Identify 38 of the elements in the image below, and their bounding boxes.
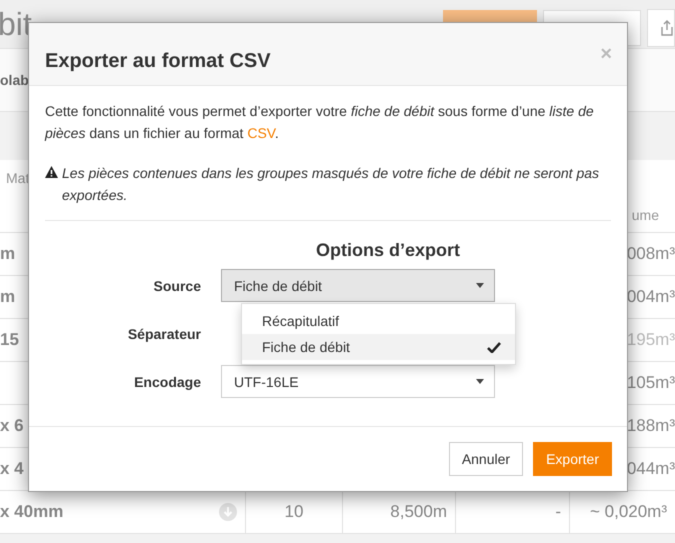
table-cell: 105m³ [626,373,675,393]
field-label: Encodage [133,372,202,392]
caret-icon [476,283,484,288]
cancel-button[interactable]: Annuler [448,442,524,476]
table-cell: ~ 0,020m³ [590,502,667,522]
table-cell: 8,500m [390,502,447,522]
options-title: Options d’export [315,239,461,261]
table-cell: m [0,287,16,307]
table-cell: 044m³ [626,459,675,479]
field-label: Source [152,276,202,296]
menu-item[interactable]: Fiche de débit [242,334,515,360]
table-cell: m [0,244,16,264]
intro-text: Cette fonctionnalité vous permet d’exporter votre fiche de débit sous forme d’une liste de pièces dans un fichier au format CSV. [45,102,595,143]
table-cell: x 40mm [0,502,64,522]
check-icon [487,342,501,352]
table-cell: 008m³ [626,244,675,264]
menu-item[interactable]: Récapitulatif [242,308,515,334]
column-header: ume [632,207,659,223]
select-field[interactable]: Fiche de débit [221,269,495,302]
table-cell: - [555,502,561,522]
dialog-title: Exporter au format CSV [45,50,271,72]
table-cell: 004m³ [626,287,675,307]
field-label: Séparateur [126,324,202,344]
table-cell: x 6 [0,416,24,436]
table-cell: 15 [0,330,19,350]
warning-text: Les pièces contenues dans les groupes masqués de votre fiche de débit ne seront pas exportées. [62,164,600,205]
page-title: bit [0,6,33,42]
select-field[interactable]: UTF-16LE [221,365,495,398]
caret-icon [476,379,484,384]
table-cell: 188m³ [626,416,675,436]
table-cell: 10 [284,502,304,522]
share-icon [660,20,674,36]
subtitle: olab [0,72,29,88]
share-button[interactable] [647,9,675,47]
table-cell: x 4 [0,459,24,479]
column-header: Mat [6,170,30,186]
download-icon[interactable] [219,503,237,521]
warning-icon [45,166,58,178]
